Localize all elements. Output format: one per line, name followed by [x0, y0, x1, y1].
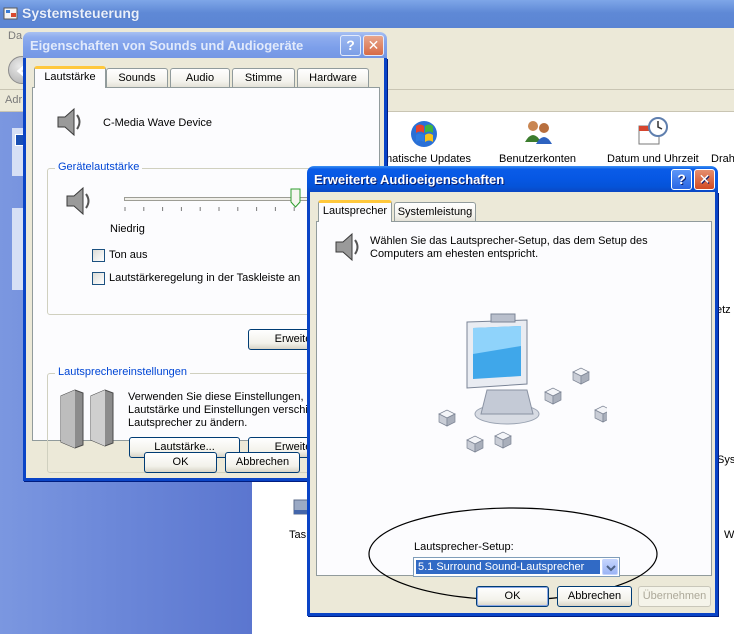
tab-stimme[interactable]: Stimme [232, 68, 295, 87]
mute-label[interactable]: Ton aus [109, 249, 148, 261]
advanced-audio-title: Erweiterte Audioeigenschaften [314, 172, 505, 187]
tab-systemleistung[interactable]: Systemleistung [394, 202, 476, 221]
speaker-description-line3: Lautsprecher zu ändern. [128, 417, 248, 429]
control-panel-titlebar: Systemsteuerung [0, 0, 734, 28]
user-accounts-icon[interactable] [522, 116, 554, 148]
mute-checkbox[interactable] [92, 249, 105, 262]
tab-audio[interactable]: Audio [170, 68, 230, 87]
speaker-description-line2: Lautstärke und Einstellungen verschie [128, 404, 314, 416]
speaker-setup-illustration [438, 313, 607, 453]
speaker-cube-icon [438, 409, 456, 427]
device-name: C-Media Wave Device [103, 117, 213, 129]
speakers-icon [60, 389, 114, 449]
address-label: Adr [5, 94, 23, 106]
volume-slider-track[interactable] [124, 197, 314, 201]
speaker-setup-value: 5.1 Surround Sound-Lautsprecher [416, 560, 600, 574]
tab-lautstaerke[interactable]: Lautstärke [34, 66, 106, 88]
speaker-setup-label: Lautsprecher-Setup: [414, 541, 514, 553]
speaker-cube-icon [544, 387, 562, 405]
close-button[interactable]: ✕ [363, 35, 384, 56]
speaker-cube-icon [494, 431, 512, 449]
advanced-audio-dialog: Erweiterte Audioeigenschaften ? ✕ Lautsp… [307, 166, 718, 616]
close-button[interactable]: ✕ [694, 169, 715, 190]
control-panel-icon [3, 7, 18, 20]
sound-dialog-title: Eigenschaften von Sounds und Audiogeräte [30, 38, 304, 53]
ok-button[interactable]: OK [476, 586, 549, 607]
speaker-icon [66, 186, 90, 216]
control-panel-item-partial[interactable]: W [724, 529, 734, 541]
volume-slider-thumb[interactable] [290, 188, 301, 208]
help-button[interactable]: ? [340, 35, 361, 56]
speaker-setup-dropdown[interactable]: 5.1 Surround Sound-Lautsprecher [413, 557, 620, 577]
sound-dialog-titlebar[interactable]: Eigenschaften von Sounds und Audiogeräte… [23, 32, 387, 58]
control-panel-item-partial[interactable]: etz [716, 304, 731, 316]
dropdown-arrow-button[interactable] [602, 559, 618, 575]
speaker-settings-legend: Lautsprechereinstellungen [55, 366, 191, 378]
control-panel-item-partial[interactable]: Tas [289, 529, 306, 541]
windows-update-icon[interactable] [408, 116, 440, 148]
date-time-icon[interactable] [636, 116, 670, 148]
speaker-description-line1: Verwenden Sie diese Einstellungen, u [128, 391, 313, 403]
speaker-cube-icon [572, 367, 590, 385]
chevron-down-icon [606, 565, 616, 572]
speaker-icon [57, 107, 81, 137]
speaker-icon [335, 232, 359, 262]
menu-item-partial[interactable]: Da [8, 30, 22, 42]
speaker-cube-icon [466, 435, 484, 453]
tab-page-lautsprecher: Wählen Sie das Lautsprecher-Setup, das d… [316, 221, 712, 601]
tab-sounds[interactable]: Sounds [106, 68, 168, 87]
tab-lautsprecher[interactable]: Lautsprecher [318, 200, 392, 222]
instruction-line1: Wählen Sie das Lautsprecher-Setup, das d… [370, 235, 648, 247]
control-panel-item-partial[interactable]: Drah [711, 153, 734, 165]
control-panel-item-partial[interactable]: Sys [717, 454, 734, 466]
instruction-line2: Computers am ehesten entspricht. [370, 248, 539, 260]
date-time-label[interactable]: Datum und Uhrzeit [607, 153, 699, 165]
apply-button: Übernehmen [638, 586, 711, 607]
volume-slider-ticks [124, 207, 314, 211]
windows-update-label[interactable]: matische Updates [383, 153, 471, 165]
speaker-cube-icon [594, 405, 607, 423]
taskbar-volume-label[interactable]: Lautstärkeregelung in der Taskleiste an [109, 272, 300, 284]
advanced-audio-titlebar[interactable]: Erweiterte Audioeigenschaften ? ✕ [307, 166, 718, 192]
user-accounts-label[interactable]: Benutzerkonten [499, 153, 576, 165]
help-button[interactable]: ? [671, 169, 692, 190]
volume-low-label: Niedrig [110, 223, 145, 235]
cancel-button[interactable]: Abbrechen [557, 586, 632, 607]
control-panel-title: Systemsteuerung [22, 5, 140, 21]
device-volume-legend: Gerätelautstärke [55, 161, 143, 173]
taskbar-volume-checkbox[interactable] [92, 272, 105, 285]
tab-hardware[interactable]: Hardware [297, 68, 369, 87]
ok-button[interactable]: OK [144, 452, 217, 473]
cancel-button[interactable]: Abbrechen [225, 452, 300, 473]
